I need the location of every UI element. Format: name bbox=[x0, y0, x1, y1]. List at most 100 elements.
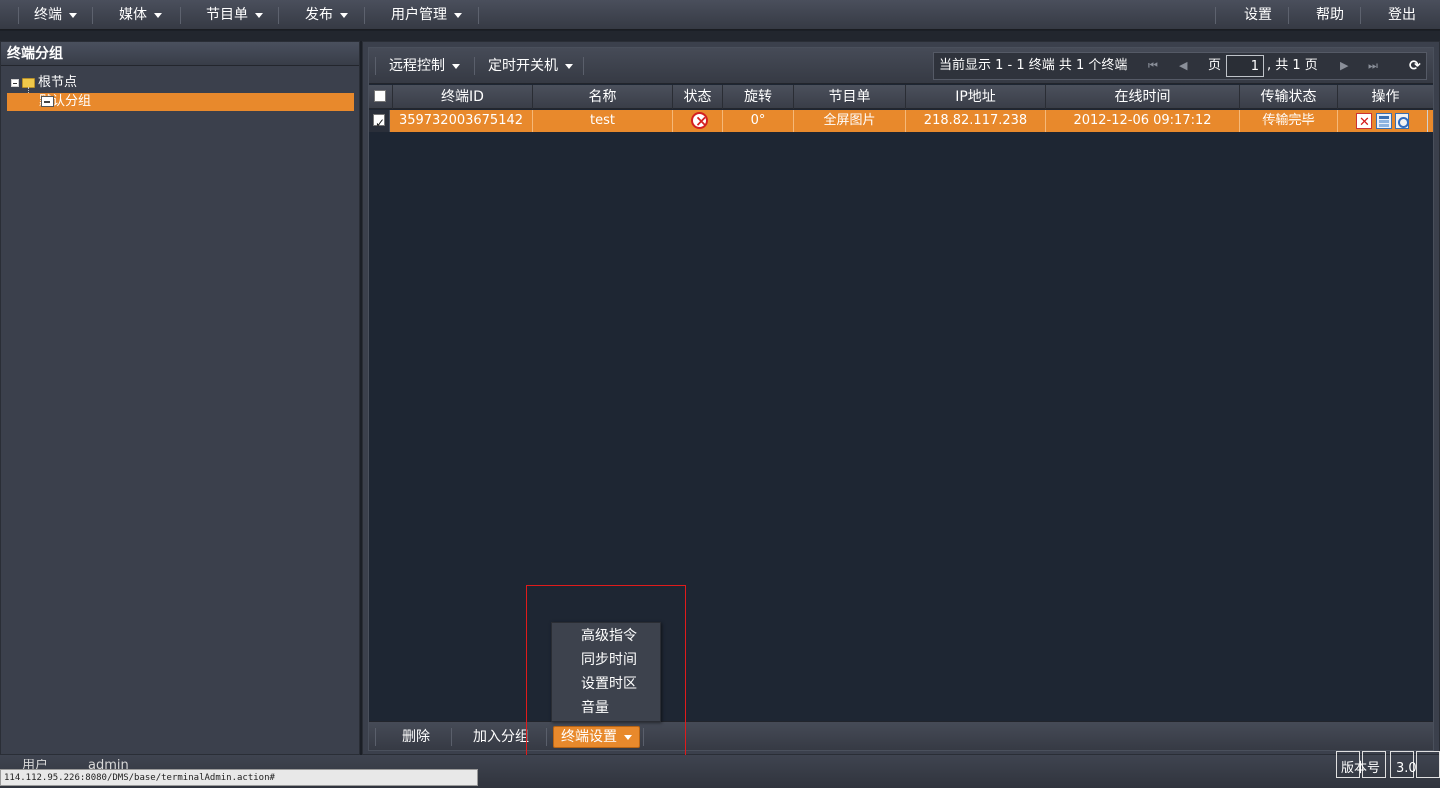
pager-summary: 当前显示 1 - 1 终端 共 1 个终端 bbox=[939, 58, 1128, 73]
menu-terminal-label: 终端 bbox=[34, 7, 62, 23]
menu-separator bbox=[18, 7, 19, 24]
remote-control-label: 远程控制 bbox=[389, 58, 445, 74]
column-header-playlist[interactable]: 节目单 bbox=[794, 85, 906, 109]
column-header-ip[interactable]: IP地址 bbox=[906, 85, 1046, 109]
chevron-down-icon bbox=[69, 12, 77, 18]
column-header-actions: 操作 bbox=[1371, 89, 1400, 105]
cell-name: test bbox=[533, 110, 673, 132]
tree-root-label: 根节点 bbox=[38, 75, 78, 90]
scroll-edge bbox=[1427, 110, 1428, 132]
menu-separator bbox=[1288, 7, 1289, 24]
menu-publish-label: 发布 bbox=[305, 7, 333, 23]
add-to-group-button[interactable]: 加入分组 bbox=[473, 727, 529, 747]
grid-toolbar: 远程控制 定时开关机 当前显示 1 - 1 终端 共 1 个终端 ⏮ ◀ 页 ,… bbox=[369, 48, 1433, 84]
panel-title: 终端分组 bbox=[1, 42, 359, 66]
page-label: 页 bbox=[1208, 58, 1222, 73]
version-value: 3.0 bbox=[1396, 761, 1417, 776]
chevron-down-icon bbox=[255, 12, 263, 18]
menu-separator bbox=[364, 7, 365, 24]
bottombar-separator bbox=[375, 728, 376, 746]
header-select-all[interactable] bbox=[369, 85, 393, 109]
menu-item-advanced-command[interactable]: 高级指令 bbox=[581, 624, 637, 648]
menu-separator bbox=[1215, 7, 1216, 24]
refresh-icon[interactable]: ⟳ bbox=[1409, 53, 1421, 79]
chevron-down-icon bbox=[340, 12, 348, 18]
menu-item-sync-time[interactable]: 同步时间 bbox=[581, 648, 637, 672]
bottombar-separator bbox=[451, 728, 452, 746]
cell-online-time: 2012-12-06 09:17:12 bbox=[1046, 110, 1240, 132]
menu-separator bbox=[92, 7, 93, 24]
menu-separator bbox=[1360, 7, 1361, 24]
toolbar-separator bbox=[375, 57, 376, 75]
bottombar-separator bbox=[546, 728, 547, 746]
menu-item-volume[interactable]: 音量 bbox=[581, 696, 609, 720]
menu-item-set-timezone[interactable]: 设置时区 bbox=[581, 672, 637, 696]
offline-status-icon bbox=[691, 110, 708, 132]
row-checkbox[interactable] bbox=[373, 112, 385, 134]
menu-media-label: 媒体 bbox=[119, 7, 147, 23]
terminal-settings-button[interactable]: 终端设置 bbox=[553, 726, 640, 748]
menu-user-management-label: 用户管理 bbox=[391, 7, 447, 23]
chevron-down-icon bbox=[624, 734, 632, 740]
column-header-transfer-status[interactable]: 传输状态 bbox=[1240, 85, 1338, 109]
scheduled-power-button[interactable]: 定时开关机 bbox=[488, 57, 573, 75]
page-total: , 共 1 页 bbox=[1267, 58, 1318, 73]
bottombar-separator bbox=[643, 728, 644, 746]
version-label: 版本号 bbox=[1341, 761, 1381, 776]
terminal-grid: 远程控制 定时开关机 当前显示 1 - 1 终端 共 1 个终端 ⏮ ◀ 页 ,… bbox=[368, 47, 1434, 751]
menu-separator bbox=[478, 7, 479, 24]
menu-separator bbox=[180, 7, 181, 24]
group-icon bbox=[41, 96, 54, 107]
menu-playlist[interactable]: 节目单 bbox=[206, 0, 263, 30]
menu-terminal[interactable]: 终端 bbox=[34, 0, 77, 30]
chevron-down-icon bbox=[452, 63, 460, 69]
chevron-down-icon bbox=[454, 12, 462, 18]
toolbar-separator bbox=[474, 57, 475, 75]
menu-settings[interactable]: 设置 bbox=[1244, 0, 1272, 30]
next-page-icon[interactable]: ▶ bbox=[1340, 53, 1348, 79]
tree-node-default-group[interactable]: 默认分组 bbox=[7, 93, 354, 111]
row-select-cell[interactable] bbox=[369, 110, 390, 134]
terminal-settings-label: 终端设置 bbox=[561, 729, 617, 745]
prev-page-icon[interactable]: ◀ bbox=[1179, 53, 1187, 79]
table-row[interactable]: 359732003675142 test 0° 全屏图片 218.82.117.… bbox=[369, 110, 1433, 134]
column-header-name[interactable]: 名称 bbox=[533, 85, 673, 109]
cell-rotation: 0° bbox=[723, 110, 794, 132]
last-page-icon[interactable]: ⏭ bbox=[1368, 53, 1378, 79]
pagination: 当前显示 1 - 1 终端 共 1 个终端 ⏮ ◀ 页 , 共 1 页 ▶ ⏭ … bbox=[933, 52, 1427, 80]
menu-help[interactable]: 帮助 bbox=[1316, 0, 1344, 30]
page-number-input[interactable] bbox=[1226, 55, 1264, 77]
first-page-icon[interactable]: ⏮ bbox=[1148, 53, 1158, 79]
view-icon[interactable] bbox=[1395, 113, 1409, 129]
terminal-list-panel: 远程控制 定时开关机 当前显示 1 - 1 终端 共 1 个终端 ⏮ ◀ 页 ,… bbox=[362, 41, 1440, 755]
menu-media[interactable]: 媒体 bbox=[119, 0, 162, 30]
chevron-down-icon bbox=[154, 12, 162, 18]
delete-button[interactable]: 删除 bbox=[402, 727, 430, 747]
collapse-icon[interactable] bbox=[11, 78, 19, 87]
grid-bottom-bar: 删除 加入分组 终端设置 bbox=[369, 721, 1433, 750]
menu-user-management[interactable]: 用户管理 bbox=[391, 0, 462, 30]
edit-icon[interactable] bbox=[1376, 113, 1392, 129]
terminal-settings-dropdown: 高级指令 同步时间 设置时区 音量 bbox=[551, 622, 661, 722]
menu-publish[interactable]: 发布 bbox=[305, 0, 348, 30]
top-menu-bar: 终端 媒体 节目单 发布 用户管理 设置 帮助 登出 bbox=[0, 0, 1440, 30]
column-header-rotation[interactable]: 旋转 bbox=[723, 85, 794, 109]
tree-root-node[interactable]: 根节点 bbox=[11, 74, 77, 92]
cell-status bbox=[673, 110, 723, 132]
remote-control-button[interactable]: 远程控制 bbox=[389, 57, 460, 75]
select-all-checkbox[interactable] bbox=[374, 90, 386, 102]
chevron-down-icon bbox=[565, 63, 573, 69]
column-header-online-time[interactable]: 在线时间 bbox=[1046, 85, 1240, 109]
table-header: 终端ID 名称 状态 旋转 节目单 IP地址 在线时间 传输状态 操作 bbox=[369, 85, 1433, 109]
menu-logout[interactable]: 登出 bbox=[1388, 0, 1416, 30]
column-header-status[interactable]: 状态 bbox=[673, 85, 723, 109]
terminal-group-panel: 终端分组 根节点 默认分组 bbox=[0, 41, 360, 755]
menu-playlist-label: 节目单 bbox=[206, 7, 248, 23]
browser-url-status: 114.112.95.226:8080/DMS/base/terminalAdm… bbox=[0, 769, 478, 786]
column-header-terminal-id[interactable]: 终端ID bbox=[393, 85, 533, 109]
scheduled-power-label: 定时开关机 bbox=[488, 58, 558, 74]
cell-playlist: 全屏图片 bbox=[794, 110, 906, 132]
delete-icon[interactable] bbox=[1356, 112, 1372, 134]
toolbar-separator bbox=[583, 57, 584, 75]
menu-separator bbox=[278, 7, 279, 24]
